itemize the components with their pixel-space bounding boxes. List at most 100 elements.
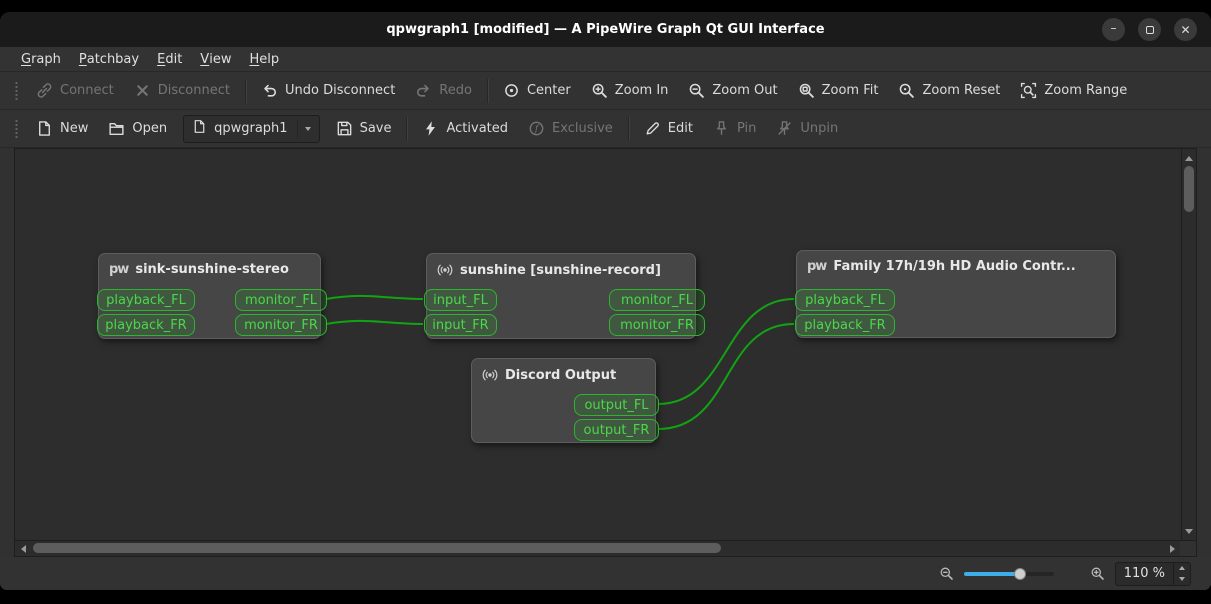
- disconnect-label: Disconnect: [157, 83, 230, 98]
- save-button[interactable]: Save: [326, 114, 402, 144]
- activated-label: Activated: [446, 121, 509, 136]
- port-input-fl[interactable]: input_FL: [424, 289, 497, 311]
- menu-view[interactable]: View: [191, 47, 240, 71]
- zoom-slider-handle[interactable]: [1014, 567, 1027, 580]
- node-header: pw Family 17h/19h HD Audio Contr...: [797, 251, 1115, 274]
- vertical-scroll-handle[interactable]: [1184, 166, 1194, 212]
- node-family-hd-audio[interactable]: pw Family 17h/19h HD Audio Contr... play…: [795, 250, 1116, 338]
- horizontal-scroll-handle[interactable]: [33, 543, 721, 553]
- zoom-in-button[interactable]: Zoom In: [581, 76, 679, 106]
- new-button[interactable]: New: [26, 114, 98, 144]
- vertical-scrollbar[interactable]: [1181, 148, 1197, 541]
- menu-graph[interactable]: Graph: [12, 47, 70, 71]
- redo-icon: [415, 82, 432, 99]
- unpin-button: Unpin: [766, 114, 848, 144]
- unpin-icon: [776, 120, 793, 137]
- scrollbar-corner: [1180, 541, 1196, 556]
- stream-icon: [482, 367, 498, 383]
- save-icon: [336, 120, 353, 137]
- pin-button: Pin: [703, 114, 766, 144]
- connect-icon: [36, 82, 53, 99]
- port-output-fr[interactable]: output_FR: [574, 419, 659, 441]
- toolbar-separator: [244, 78, 246, 103]
- node-sunshine-record[interactable]: sunshine [sunshine-record] input_FL inpu…: [424, 253, 705, 339]
- port-playback-fr[interactable]: playback_FR: [795, 314, 895, 336]
- node-header: sunshine [sunshine-record]: [427, 254, 695, 278]
- port-monitor-fr[interactable]: monitor_FR: [235, 314, 327, 336]
- patchbay-file-name: qpwgraph1: [214, 121, 288, 136]
- edit-button[interactable]: Edit: [634, 114, 703, 144]
- close-button[interactable]: ✕: [1174, 18, 1197, 41]
- titlebar[interactable]: qpwgraph1 [modified] — A PipeWire Graph …: [0, 12, 1211, 47]
- wire-monitor-fl-to-input-fl[interactable]: [325, 294, 424, 300]
- zoom-out-button[interactable]: Zoom Out: [678, 76, 787, 106]
- connection-wires: [325, 294, 795, 430]
- pipewire-icon: pw: [807, 259, 827, 274]
- activated-button[interactable]: Activated: [412, 114, 518, 144]
- port-input-fr[interactable]: input_FR: [424, 314, 497, 336]
- zoom-fit-icon: [798, 82, 815, 99]
- port-output-fl[interactable]: output_FL: [574, 394, 659, 416]
- graph-canvas[interactable]: pw sink-sunshine-stereo playback_FL play…: [14, 148, 1181, 541]
- zoom-decrement-button[interactable]: [1174, 574, 1190, 585]
- zoom-out-icon: [688, 82, 705, 99]
- toolbar-separator: [627, 116, 629, 141]
- node-header: pw sink-sunshine-stereo: [99, 254, 320, 277]
- zoom-out-small-icon[interactable]: [939, 566, 954, 581]
- new-file-icon: [36, 120, 53, 137]
- zoom-reset-button[interactable]: Zoom Reset: [888, 76, 1010, 106]
- port-playback-fr[interactable]: playback_FR: [97, 314, 195, 336]
- toolbar-separator: [406, 116, 408, 141]
- new-label: New: [60, 121, 89, 136]
- zoom-in-small-icon[interactable]: [1090, 566, 1105, 581]
- wire-output-fr-to-playback-fr[interactable]: [657, 323, 795, 430]
- graph-toolbar: Connect Disconnect Undo Disconnect Redo …: [0, 72, 1211, 110]
- minimize-button[interactable]: –: [1102, 18, 1125, 41]
- menu-edit[interactable]: Edit: [148, 47, 191, 71]
- center-icon: [503, 82, 520, 99]
- port-playback-fl[interactable]: playback_FL: [97, 289, 195, 311]
- port-monitor-fr[interactable]: monitor_FR: [609, 314, 705, 336]
- scroll-down-button[interactable]: [1182, 524, 1196, 538]
- horizontal-scrollbar[interactable]: [14, 541, 1197, 557]
- zoom-slider-fill: [963, 571, 1020, 576]
- zoom-spinbox[interactable]: 110 %: [1114, 561, 1191, 586]
- center-button[interactable]: Center: [493, 76, 581, 106]
- zoom-fit-label: Zoom Fit: [821, 83, 879, 98]
- port-playback-fl[interactable]: playback_FL: [795, 289, 895, 311]
- activated-bolt-icon: [422, 120, 439, 137]
- horizontal-scroll-track[interactable]: [31, 541, 1164, 556]
- zoom-out-label: Zoom Out: [712, 83, 778, 98]
- open-button[interactable]: Open: [98, 114, 177, 144]
- menu-patchbay[interactable]: Patchbay: [70, 47, 148, 71]
- zoom-reset-label: Zoom Reset: [922, 83, 1001, 98]
- maximize-button[interactable]: [1138, 18, 1161, 41]
- unpin-label: Unpin: [800, 121, 839, 136]
- undo-disconnect-button[interactable]: Undo Disconnect: [251, 76, 405, 106]
- wire-monitor-fr-to-input-fr[interactable]: [325, 319, 424, 325]
- patchbay-file-combo[interactable]: qpwgraph1: [183, 114, 320, 143]
- zoom-increment-button[interactable]: [1174, 563, 1190, 574]
- toolbar-grip[interactable]: [14, 118, 20, 139]
- save-label: Save: [359, 121, 392, 136]
- toolbar-grip[interactable]: [14, 80, 20, 101]
- scroll-left-button[interactable]: [15, 541, 31, 556]
- scroll-up-button[interactable]: [1182, 151, 1196, 165]
- pin-label: Pin: [736, 121, 757, 136]
- zoom-slider[interactable]: [963, 566, 1054, 582]
- window-controls: – ✕: [1102, 18, 1197, 41]
- scroll-right-button[interactable]: [1164, 541, 1180, 556]
- zoom-fit-button[interactable]: Zoom Fit: [788, 76, 889, 106]
- node-header: Discord Output: [472, 359, 655, 383]
- zoom-range-button[interactable]: Zoom Range: [1010, 76, 1137, 106]
- menu-help[interactable]: Help: [240, 47, 288, 71]
- node-discord-output[interactable]: Discord Output output_FL output_FR: [471, 358, 659, 443]
- node-sink-sunshine-stereo[interactable]: pw sink-sunshine-stereo playback_FL play…: [97, 253, 327, 339]
- combo-dropdown-arrow[interactable]: [296, 119, 311, 138]
- port-monitor-fl[interactable]: monitor_FL: [235, 289, 327, 311]
- edit-pencil-icon: [644, 120, 661, 137]
- zoom-value[interactable]: 110 %: [1116, 566, 1173, 581]
- port-monitor-fl[interactable]: monitor_FL: [609, 289, 705, 311]
- zoom-slider-track[interactable]: [963, 571, 1054, 576]
- node-title: sink-sunshine-stereo: [135, 262, 289, 277]
